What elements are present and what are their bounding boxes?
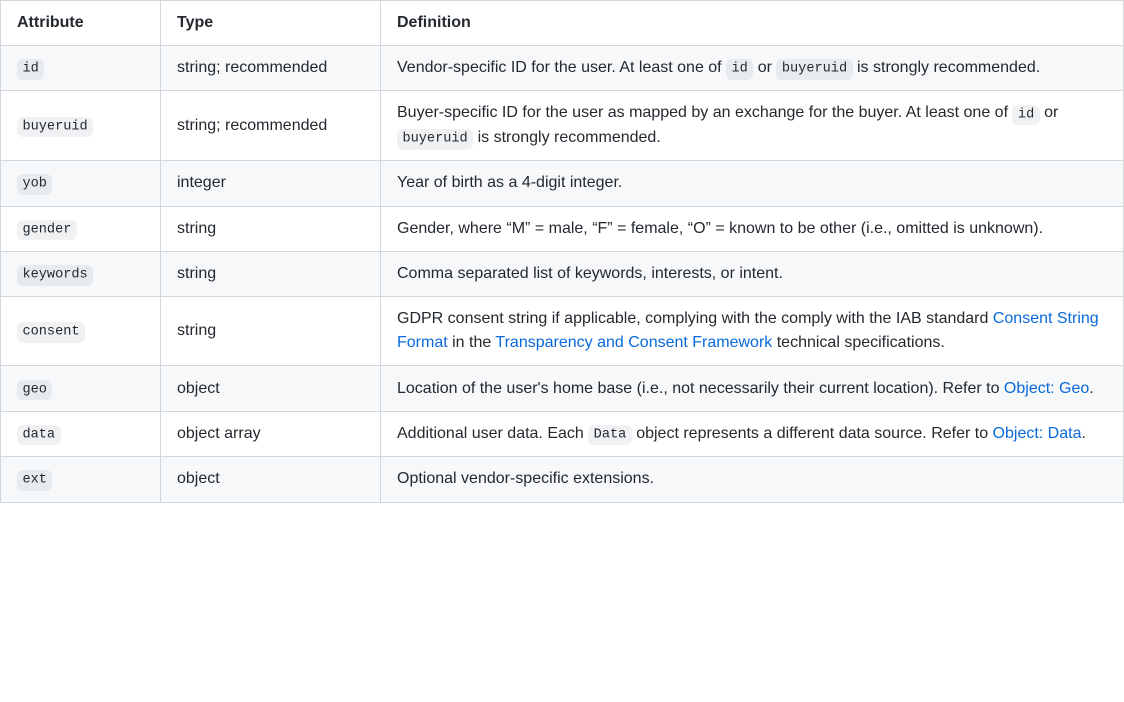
attr-code: ext [17, 470, 52, 490]
cell-definition: Comma separated list of keywords, intere… [381, 251, 1124, 296]
cell-definition: Buyer-specific ID for the user as mapped… [381, 91, 1124, 161]
cell-attribute: geo [1, 366, 161, 411]
cell-attribute: gender [1, 206, 161, 251]
cell-type: string [161, 297, 381, 366]
cell-attribute: keywords [1, 251, 161, 296]
table-row: keywords string Comma separated list of … [1, 251, 1124, 296]
header-definition: Definition [381, 1, 1124, 46]
cell-type: string; recommended [161, 46, 381, 91]
cell-type: integer [161, 161, 381, 206]
header-attribute: Attribute [1, 1, 161, 46]
table-row: yob integer Year of birth as a 4-digit i… [1, 161, 1124, 206]
attr-code: keywords [17, 265, 93, 285]
cell-definition: GDPR consent string if applicable, compl… [381, 297, 1124, 366]
attributes-table: Attribute Type Definition id string; rec… [0, 0, 1124, 503]
inline-code: buyeruid [397, 129, 473, 149]
cell-type: string [161, 251, 381, 296]
cell-definition: Year of birth as a 4-digit integer. [381, 161, 1124, 206]
cell-definition: Additional user data. Each Data object r… [381, 411, 1124, 456]
cell-definition: Location of the user's home base (i.e., … [381, 366, 1124, 411]
table-row: buyeruid string; recommended Buyer-speci… [1, 91, 1124, 161]
table-row: gender string Gender, where “M” = male, … [1, 206, 1124, 251]
cell-definition: Vendor-specific ID for the user. At leas… [381, 46, 1124, 91]
inline-code: buyeruid [776, 59, 852, 79]
cell-attribute: consent [1, 297, 161, 366]
cell-definition: Optional vendor-specific extensions. [381, 457, 1124, 502]
attr-code: buyeruid [17, 117, 93, 137]
cell-type: object array [161, 411, 381, 456]
cell-attribute: data [1, 411, 161, 456]
attr-code: id [17, 59, 44, 79]
cell-type: object [161, 366, 381, 411]
cell-type: string; recommended [161, 91, 381, 161]
table-row: ext object Optional vendor-specific exte… [1, 457, 1124, 502]
attr-code: gender [17, 220, 77, 240]
link-object-geo[interactable]: Object: Geo [1004, 380, 1089, 397]
attr-code: data [17, 425, 61, 445]
inline-code: id [726, 59, 753, 79]
cell-attribute: ext [1, 457, 161, 502]
table-row: consent string GDPR consent string if ap… [1, 297, 1124, 366]
attr-code: yob [17, 174, 52, 194]
inline-code: id [1012, 105, 1039, 125]
cell-definition: Gender, where “M” = male, “F” = female, … [381, 206, 1124, 251]
header-type: Type [161, 1, 381, 46]
cell-attribute: id [1, 46, 161, 91]
attr-code: consent [17, 322, 85, 342]
table-row: geo object Location of the user's home b… [1, 366, 1124, 411]
table-row: id string; recommended Vendor-specific I… [1, 46, 1124, 91]
table-header-row: Attribute Type Definition [1, 1, 1124, 46]
link-object-data[interactable]: Object: Data [993, 425, 1082, 442]
cell-attribute: buyeruid [1, 91, 161, 161]
table-row: data object array Additional user data. … [1, 411, 1124, 456]
cell-type: object [161, 457, 381, 502]
attr-code: geo [17, 380, 52, 400]
cell-type: string [161, 206, 381, 251]
cell-attribute: yob [1, 161, 161, 206]
link-transparency-consent-framework[interactable]: Transparency and Consent Framework [495, 334, 772, 351]
inline-code: Data [588, 425, 632, 445]
